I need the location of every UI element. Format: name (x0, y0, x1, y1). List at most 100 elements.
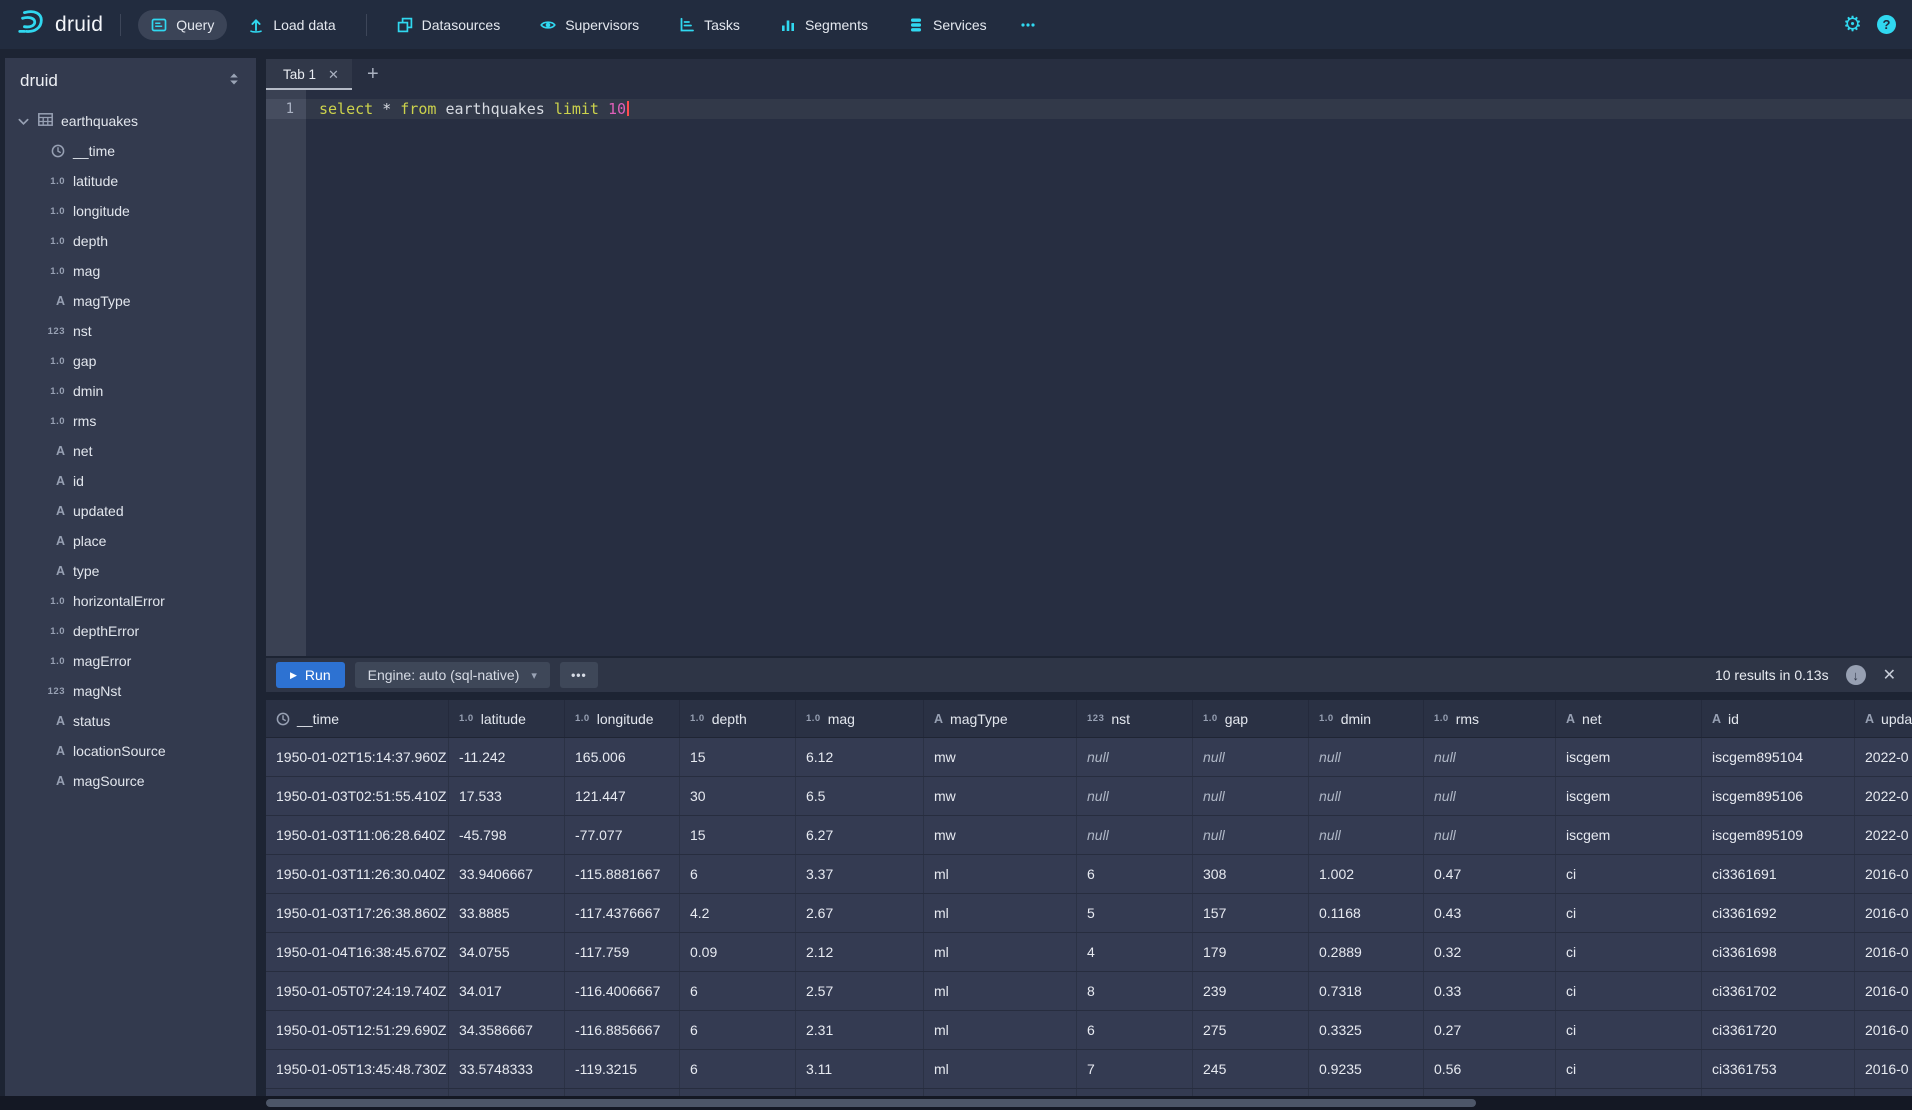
table-cell[interactable]: ci (1556, 933, 1702, 971)
nav-item-load-data[interactable]: Load data (235, 10, 348, 40)
tree-column-dmin[interactable]: 1.0dmin (5, 376, 256, 406)
sql-code-line[interactable]: select * from earthquakes limit 10 (319, 99, 629, 119)
table-cell[interactable]: 6.5 (796, 777, 924, 815)
tree-column-mag[interactable]: 1.0mag (5, 256, 256, 286)
tree-column-__time[interactable]: __time (5, 136, 256, 166)
table-cell[interactable]: 33.5748333 (449, 1050, 565, 1088)
table-cell[interactable]: 0.43 (1424, 894, 1556, 932)
table-cell[interactable]: 0.33 (1424, 972, 1556, 1010)
table-cell[interactable]: null (1193, 738, 1309, 776)
table-cell[interactable]: 6 (1077, 1011, 1193, 1049)
table-cell[interactable]: null (1424, 777, 1556, 815)
table-cell[interactable]: 2016-0 (1855, 972, 1912, 1010)
column-header-magType[interactable]: AmagType (924, 700, 1077, 737)
table-cell[interactable]: 0.9235 (1309, 1050, 1424, 1088)
table-cell[interactable]: 0.56 (1424, 1050, 1556, 1088)
table-cell[interactable]: ci3361692 (1702, 894, 1855, 932)
table-cell[interactable]: 245 (1193, 1050, 1309, 1088)
table-cell[interactable]: -119.3215 (565, 1050, 680, 1088)
table-cell[interactable]: -45.798 (449, 816, 565, 854)
schema-selector[interactable]: druid (5, 58, 256, 100)
add-tab-button[interactable]: + (367, 63, 379, 86)
table-cell[interactable]: ci3361753 (1702, 1050, 1855, 1088)
table-cell[interactable]: 2016-0 (1855, 1050, 1912, 1088)
table-cell[interactable]: 1950-01-03T02:51:55.410Z (266, 777, 449, 815)
tree-column-updated[interactable]: Aupdated (5, 496, 256, 526)
table-cell[interactable]: null (1077, 777, 1193, 815)
table-cell[interactable]: 34.017 (449, 972, 565, 1010)
table-cell[interactable]: 3.11 (796, 1050, 924, 1088)
column-header-__time[interactable]: __time (266, 700, 449, 737)
table-cell[interactable]: 1950-01-02T15:14:37.960Z (266, 738, 449, 776)
table-cell[interactable]: 0.1168 (1309, 894, 1424, 932)
table-cell[interactable]: ci (1556, 1011, 1702, 1049)
table-cell[interactable]: ci (1556, 1050, 1702, 1088)
tree-column-latitude[interactable]: 1.0latitude (5, 166, 256, 196)
table-cell[interactable]: 0.2889 (1309, 933, 1424, 971)
tree-column-horizontalError[interactable]: 1.0horizontalError (5, 586, 256, 616)
table-cell[interactable]: iscgem895106 (1702, 777, 1855, 815)
table-cell[interactable]: 34.0755 (449, 933, 565, 971)
table-cell[interactable]: ci (1556, 855, 1702, 893)
table-cell[interactable]: mw (924, 777, 1077, 815)
table-cell[interactable]: 0.7318 (1309, 972, 1424, 1010)
table-cell[interactable]: 2.57 (796, 972, 924, 1010)
table-cell[interactable]: 3.37 (796, 855, 924, 893)
table-cell[interactable]: null (1077, 738, 1193, 776)
tree-column-nst[interactable]: 123nst (5, 316, 256, 346)
table-cell[interactable]: null (1309, 777, 1424, 815)
table-cell[interactable]: 2.31 (796, 1011, 924, 1049)
table-cell[interactable]: 2.12 (796, 933, 924, 971)
column-header-latitude[interactable]: 1.0latitude (449, 700, 565, 737)
table-cell[interactable]: 0.27 (1424, 1011, 1556, 1049)
table-cell[interactable]: 2016-0 (1855, 894, 1912, 932)
tree-column-locationSource[interactable]: AlocationSource (5, 736, 256, 766)
table-cell[interactable]: 275 (1193, 1011, 1309, 1049)
table-cell[interactable]: 33.8885 (449, 894, 565, 932)
table-cell[interactable]: 6 (680, 1011, 796, 1049)
sql-editor[interactable]: 1 select * from earthquakes limit 10 (266, 90, 1912, 656)
table-cell[interactable]: 6 (680, 1050, 796, 1088)
column-header-rms[interactable]: 1.0rms (1424, 700, 1556, 737)
table-cell[interactable]: -116.8856667 (565, 1011, 680, 1049)
table-cell[interactable]: 30 (680, 777, 796, 815)
table-cell[interactable]: mw (924, 816, 1077, 854)
table-cell[interactable]: null (1077, 816, 1193, 854)
table-cell[interactable]: iscgem (1556, 816, 1702, 854)
nav-item-query[interactable]: Query (138, 10, 227, 40)
chevron-down-icon[interactable] (17, 115, 30, 128)
table-cell[interactable]: iscgem (1556, 738, 1702, 776)
tree-column-magSource[interactable]: AmagSource (5, 766, 256, 796)
tree-column-net[interactable]: Anet (5, 436, 256, 466)
more-options-button[interactable]: ••• (560, 662, 598, 688)
tree-column-depth[interactable]: 1.0depth (5, 226, 256, 256)
column-header-nst[interactable]: 123nst (1077, 700, 1193, 737)
table-cell[interactable]: 179 (1193, 933, 1309, 971)
column-header-net[interactable]: Anet (1556, 700, 1702, 737)
table-cell[interactable]: mw (924, 738, 1077, 776)
table-cell[interactable]: 5 (1077, 894, 1193, 932)
table-cell[interactable]: null (1309, 738, 1424, 776)
table-cell[interactable]: null (1424, 738, 1556, 776)
table-cell[interactable]: ml (924, 1050, 1077, 1088)
table-cell[interactable]: ci3361702 (1702, 972, 1855, 1010)
table-cell[interactable]: ml (924, 1011, 1077, 1049)
table-cell[interactable]: ml (924, 894, 1077, 932)
sort-double-caret-icon[interactable] (227, 71, 241, 91)
table-cell[interactable]: 2022-0 (1855, 738, 1912, 776)
column-header-dmin[interactable]: 1.0dmin (1309, 700, 1424, 737)
nav-item-datasources[interactable]: Datasources (384, 10, 514, 40)
table-cell[interactable]: iscgem895109 (1702, 816, 1855, 854)
table-cell[interactable]: ml (924, 933, 1077, 971)
table-cell[interactable]: 157 (1193, 894, 1309, 932)
tree-column-place[interactable]: Aplace (5, 526, 256, 556)
tree-column-type[interactable]: Atype (5, 556, 256, 586)
run-button[interactable]: ▶ Run (276, 662, 345, 688)
table-cell[interactable]: 2.67 (796, 894, 924, 932)
table-cell[interactable]: ci3361698 (1702, 933, 1855, 971)
horizontal-scrollbar-thumb[interactable] (266, 1099, 1476, 1107)
table-cell[interactable]: null (1193, 777, 1309, 815)
close-results-icon[interactable]: ✕ (1883, 665, 1896, 685)
table-cell[interactable]: null (1193, 816, 1309, 854)
tree-column-magError[interactable]: 1.0magError (5, 646, 256, 676)
